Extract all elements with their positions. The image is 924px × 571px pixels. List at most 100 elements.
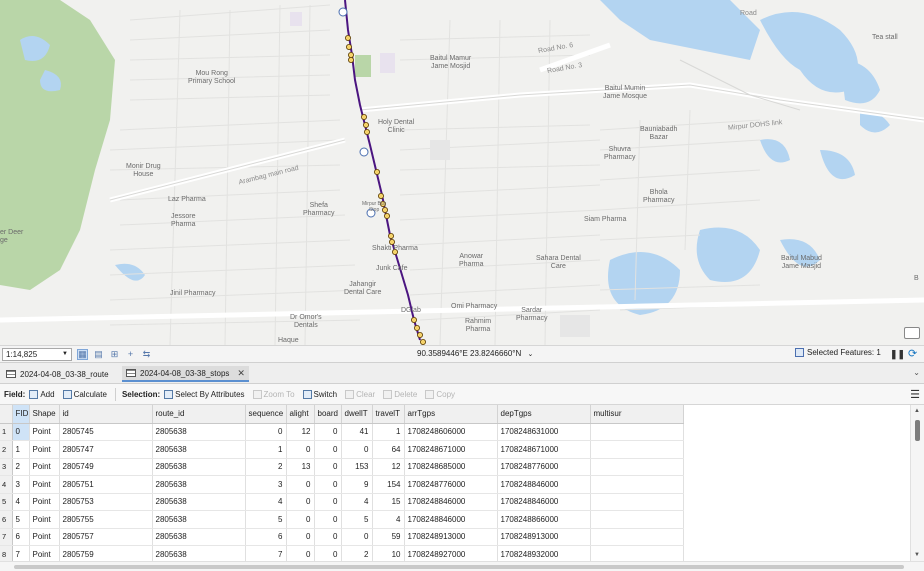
horizontal-scrollbar[interactable]	[0, 561, 924, 571]
cell-fid[interactable]: 2	[12, 458, 30, 476]
cell-alight[interactable]: 0	[286, 493, 315, 511]
cell-multisur[interactable]	[590, 440, 684, 459]
cell-fid[interactable]: 4	[12, 493, 30, 511]
cell-shape[interactable]: Point	[29, 493, 60, 511]
cell-sequence[interactable]: 4	[245, 493, 287, 511]
scroll-up-icon[interactable]: ▲	[914, 408, 920, 414]
row-number[interactable]: 5	[0, 493, 13, 511]
map-view[interactable]: Tea stall Baitul Mamur Jame Mosjid Mou R…	[0, 0, 924, 345]
cell-fid[interactable]: 7	[12, 545, 30, 561]
cell-sequence[interactable]: 3	[245, 475, 287, 494]
coordinate-readout[interactable]: 90.3589446°E 23.8246660°N ⌄	[417, 349, 533, 358]
column-header-board[interactable]: board	[314, 405, 342, 424]
cell-id[interactable]: 2805745	[59, 423, 153, 441]
table-row[interactable]: 4 3 Point 2805751 2805638 3 0 0 9 154 170824877600…	[0, 475, 684, 494]
cell-board[interactable]: 0	[314, 440, 342, 459]
cell-deptgps[interactable]: 1708248846000	[497, 475, 591, 494]
table-row[interactable]: 3 2 Point 2805749 2805638 2 13 0 153 12 1708248685…	[0, 458, 684, 476]
row-number[interactable]: 8	[0, 545, 13, 561]
cell-multisur[interactable]	[590, 458, 684, 476]
cell-id[interactable]: 2805753	[59, 493, 153, 511]
cell-deptgps[interactable]: 1708248631000	[497, 423, 591, 441]
cell-shape[interactable]: Point	[29, 528, 60, 546]
scrollbar-thumb[interactable]	[14, 565, 904, 569]
cell-multisur[interactable]	[590, 475, 684, 494]
table-view-icon[interactable]: ▤	[93, 349, 104, 360]
selected-features[interactable]: Selected Features: 1	[795, 348, 881, 357]
cell-fid[interactable]: 3	[12, 475, 30, 494]
add-field-button[interactable]: Add	[29, 389, 55, 399]
cell-board[interactable]: 0	[314, 493, 342, 511]
cell-travelt[interactable]: 15	[372, 493, 405, 511]
cell-dwellt[interactable]: 153	[341, 458, 373, 476]
column-header-shape[interactable]: Shape	[29, 405, 60, 424]
column-header-sequence[interactable]: sequence	[245, 405, 287, 424]
cell-dwellt[interactable]: 0	[341, 528, 373, 546]
cell-sequence[interactable]: 0	[245, 423, 287, 441]
table-row[interactable]: 5 4 Point 2805753 2805638 4 0 0 4 15 1708248846000…	[0, 493, 684, 511]
cell-sequence[interactable]: 7	[245, 545, 287, 561]
cell-dwellt[interactable]: 41	[341, 423, 373, 441]
cell-travelt[interactable]: 12	[372, 458, 405, 476]
refresh-icon[interactable]: ⟳	[908, 347, 917, 360]
column-header-multisur[interactable]: multisur	[590, 405, 684, 424]
cell-id[interactable]: 2805759	[59, 545, 153, 561]
cell-sequence[interactable]: 6	[245, 528, 287, 546]
row-number[interactable]: 1	[0, 423, 13, 441]
row-number[interactable]: 2	[0, 440, 13, 459]
cell-board[interactable]: 0	[314, 458, 342, 476]
cell-travelt[interactable]: 64	[372, 440, 405, 459]
table-row[interactable]: 1 0 Point 2805745 2805638 0 12 0 41 1 170824860600…	[0, 423, 684, 441]
cell-dwellt[interactable]: 9	[341, 475, 373, 494]
zoom-to-button[interactable]: Zoom To	[252, 389, 295, 399]
row-number[interactable]: 6	[0, 510, 13, 529]
cell-travelt[interactable]: 4	[372, 510, 405, 529]
cell-travelt[interactable]: 10	[372, 545, 405, 561]
grid-view-icon[interactable]: ▦	[77, 348, 88, 360]
cell-route-id[interactable]: 2805638	[152, 440, 246, 459]
column-header-deptgps[interactable]: depTgps	[497, 405, 591, 424]
cell-shape[interactable]: Point	[29, 440, 60, 459]
cell-multisur[interactable]	[590, 545, 684, 561]
scale-dropdown[interactable]: 1:14,825 ▼	[2, 347, 72, 361]
cell-shape[interactable]: Point	[29, 423, 60, 441]
cell-fid[interactable]: 1	[12, 440, 30, 459]
hamburger-menu-icon[interactable]: ☰	[910, 388, 920, 401]
cell-id[interactable]: 2805749	[59, 458, 153, 476]
cell-route-id[interactable]: 2805638	[152, 528, 246, 546]
cell-deptgps[interactable]: 1708248846000	[497, 493, 591, 511]
vertical-scrollbar[interactable]: ▲ ▼	[910, 405, 924, 561]
cell-route-id[interactable]: 2805638	[152, 510, 246, 529]
cell-travelt[interactable]: 1	[372, 423, 405, 441]
cell-arrtgps[interactable]: 1708248606000	[404, 423, 498, 441]
pause-icon[interactable]: ❚❚	[890, 349, 905, 360]
cell-deptgps[interactable]: 1708248913000	[497, 528, 591, 546]
cell-dwellt[interactable]: 2	[341, 545, 373, 561]
calculate-field-button[interactable]: Calculate	[62, 389, 107, 399]
select-by-attributes-button[interactable]: Select By Attributes	[164, 389, 245, 399]
copy-button[interactable]: Copy	[425, 389, 455, 399]
crosshair-icon[interactable]: +	[125, 349, 136, 360]
scrollbar-thumb[interactable]	[915, 420, 920, 441]
column-header-fid[interactable]: FID	[12, 405, 30, 424]
cell-alight[interactable]: 0	[286, 528, 315, 546]
cell-multisur[interactable]	[590, 423, 684, 441]
cell-deptgps[interactable]: 1708248866000	[497, 510, 591, 529]
table-row[interactable]: 6 5 Point 2805755 2805638 5 0 0 5 4 1708248846000 1…	[0, 510, 684, 529]
row-number[interactable]: 3	[0, 458, 13, 476]
cell-board[interactable]: 0	[314, 545, 342, 561]
cell-id[interactable]: 2805747	[59, 440, 153, 459]
cell-dwellt[interactable]: 4	[341, 493, 373, 511]
cell-alight[interactable]: 0	[286, 545, 315, 561]
cell-shape[interactable]: Point	[29, 545, 60, 561]
column-header-id[interactable]: id	[59, 405, 153, 424]
cell-dwellt[interactable]: 0	[341, 440, 373, 459]
cell-arrtgps[interactable]: 1708248776000	[404, 475, 498, 494]
cell-travelt[interactable]: 154	[372, 475, 405, 494]
cell-multisur[interactable]	[590, 510, 684, 529]
map-widget-icon[interactable]	[904, 327, 920, 339]
cell-board[interactable]: 0	[314, 510, 342, 529]
tab-stops[interactable]: 2024-04-08_03-38_stops ✕	[122, 366, 249, 382]
cell-board[interactable]: 0	[314, 475, 342, 494]
scroll-down-icon[interactable]: ▼	[914, 552, 920, 558]
